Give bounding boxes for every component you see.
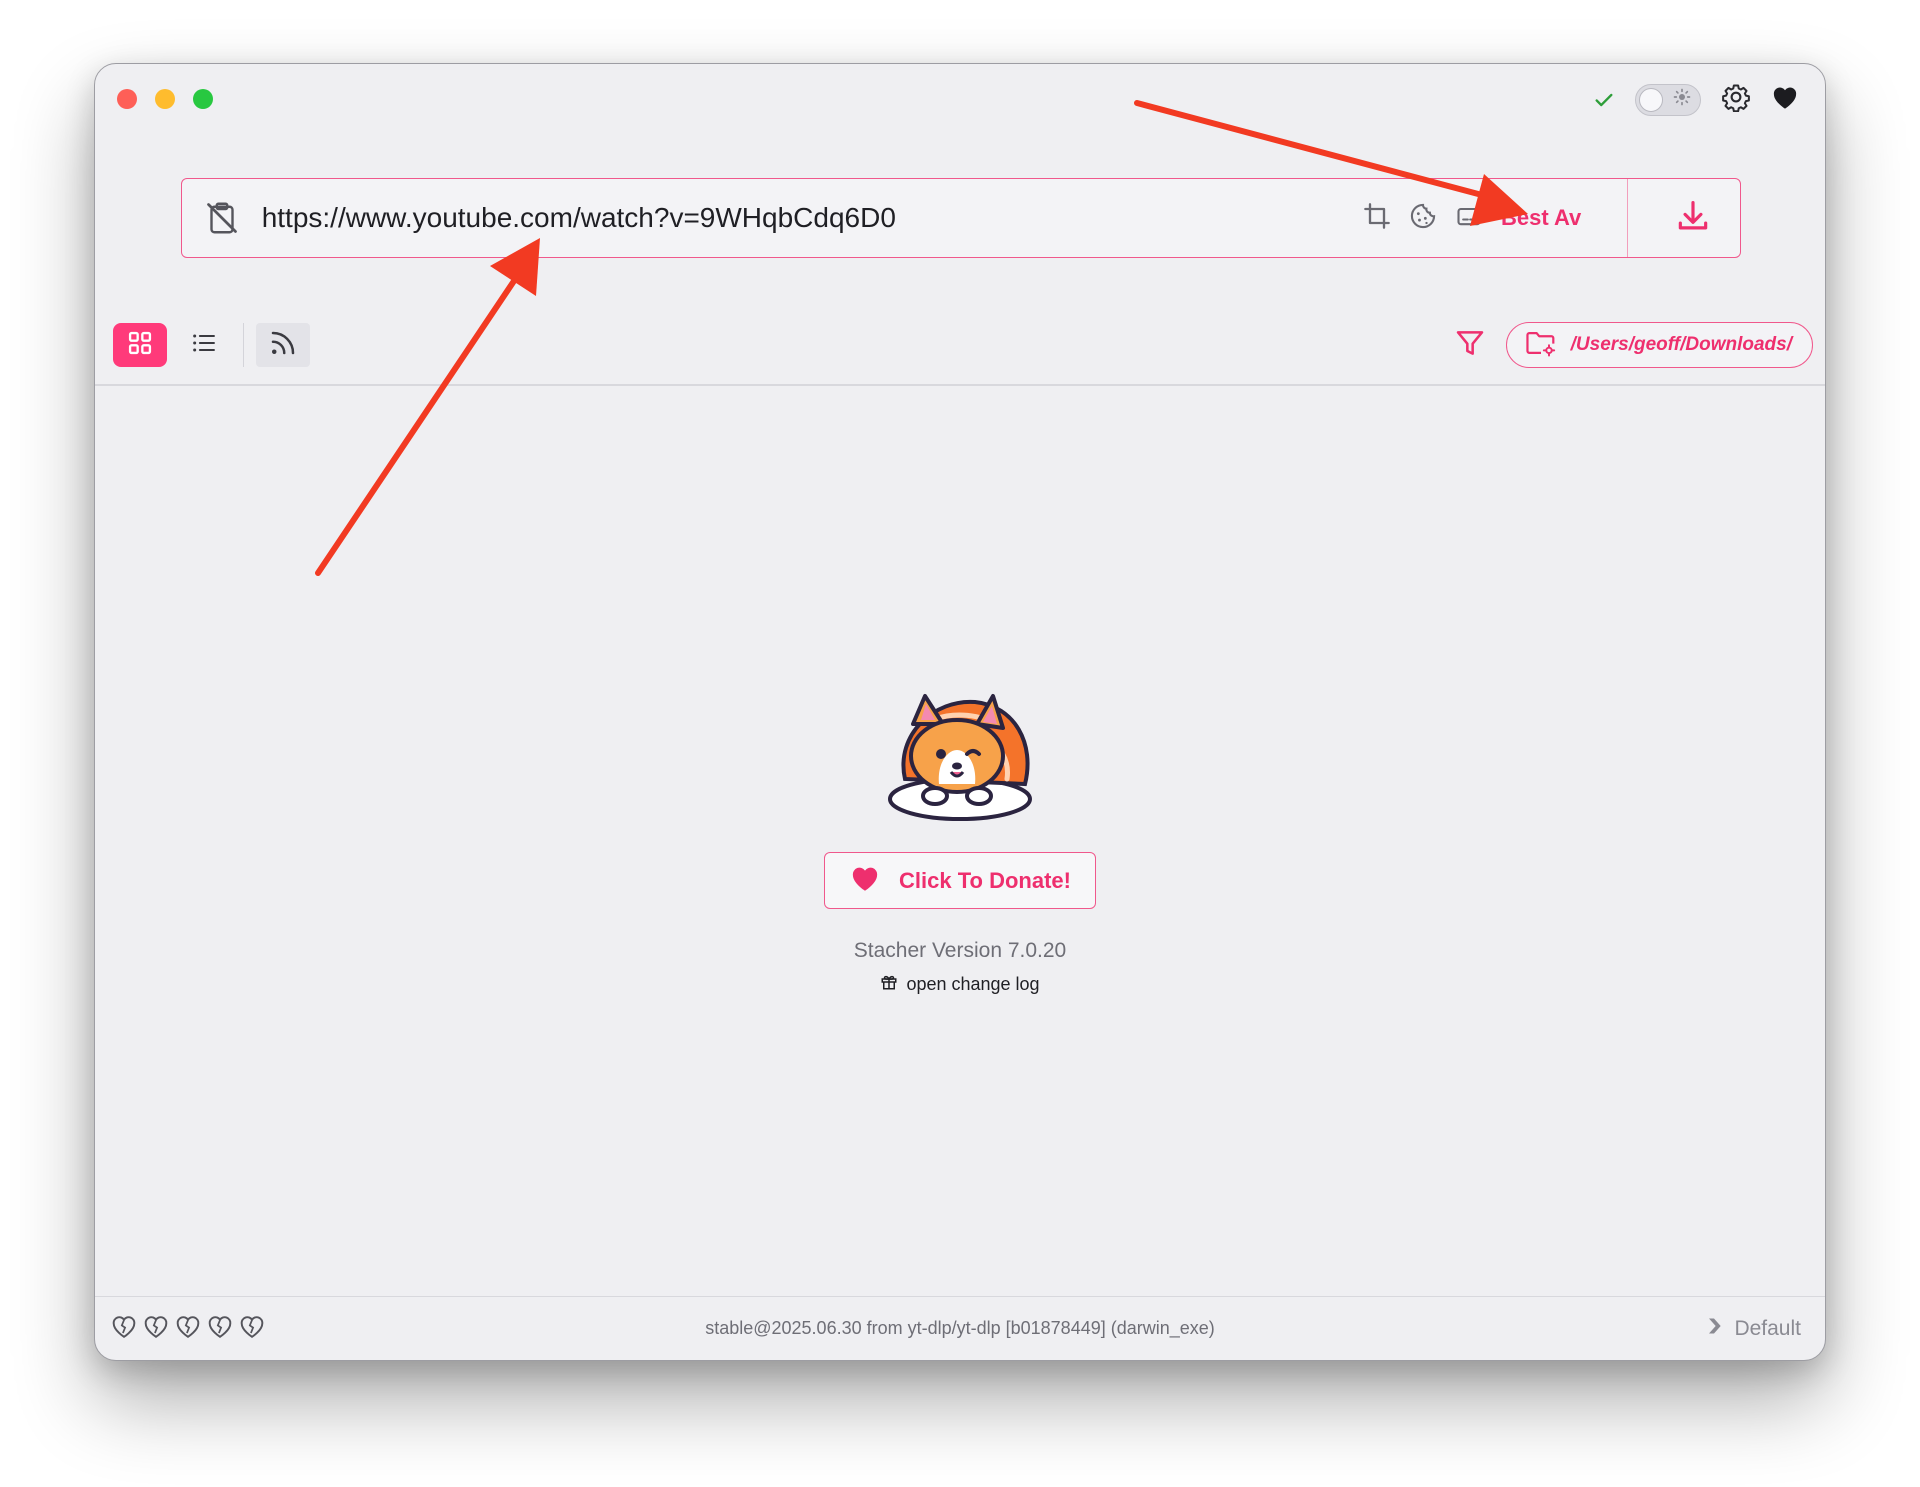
list-icon (189, 329, 219, 362)
download-icon (1674, 197, 1712, 240)
profile-selector[interactable]: Default (1704, 1316, 1801, 1342)
right-toolbar: /Users/geoff/Downloads/ (1454, 322, 1813, 368)
minimize-window-button[interactable] (155, 89, 175, 109)
app-window: Best Av (94, 63, 1826, 1361)
status-footer: stable@2025.06.30 from yt-dlp/yt-dlp [b0… (95, 1296, 1825, 1360)
sun-icon (1672, 87, 1692, 112)
yt-dlp-status: stable@2025.06.30 from yt-dlp/yt-dlp [b0… (705, 1318, 1215, 1338)
chevron-right-icon (1704, 1316, 1724, 1342)
crop-icon[interactable] (1363, 202, 1391, 235)
traffic-lights (117, 89, 213, 109)
check-icon (1593, 89, 1615, 111)
grid-view-button[interactable] (113, 323, 167, 367)
rss-feed-button[interactable] (256, 323, 310, 367)
donate-button[interactable]: Click To Donate! (824, 852, 1096, 909)
list-view-button[interactable] (177, 323, 231, 367)
broken-heart-icon (175, 1314, 201, 1343)
subtitle-icon[interactable] (1455, 202, 1483, 235)
header-controls (1593, 82, 1799, 117)
close-window-button[interactable] (117, 89, 137, 109)
format-selector[interactable]: Best Av (1501, 205, 1585, 231)
filter-icon[interactable] (1454, 327, 1486, 364)
screenshot-stage: Best Av (0, 0, 1920, 1487)
heart-icon[interactable] (1771, 84, 1799, 115)
grid-icon (126, 329, 154, 362)
clipboard-off-icon[interactable] (204, 199, 244, 237)
heart-icon (849, 864, 881, 897)
download-divider (1627, 179, 1628, 257)
zoom-window-button[interactable] (193, 89, 213, 109)
url-tools: Best Av (1363, 179, 1740, 257)
view-toolbar (113, 323, 310, 367)
corgi-sushi-mascot (875, 684, 1045, 824)
toggle-knob (1639, 87, 1663, 112)
rss-icon (268, 328, 298, 363)
broken-heart-icon (207, 1314, 233, 1343)
broken-heart-icon (239, 1314, 265, 1343)
folder-settings-icon (1525, 328, 1557, 363)
changelog-label: open change log (906, 974, 1040, 994)
url-bar: Best Av (181, 178, 1741, 258)
changelog-link[interactable]: open change log (880, 973, 1040, 996)
health-hearts (111, 1314, 265, 1343)
gear-icon[interactable] (1721, 82, 1751, 117)
download-button[interactable] (1646, 179, 1740, 257)
donate-label: Click To Donate! (899, 867, 1071, 893)
download-path: /Users/geoff/Downloads/ (1570, 334, 1792, 355)
toolbar-divider (243, 323, 244, 367)
broken-heart-icon (111, 1314, 137, 1343)
version-text: Stacher Version 7.0.20 (853, 939, 1067, 962)
download-folder-button[interactable]: /Users/geoff/Downloads/ (1505, 322, 1813, 368)
gift-icon (880, 973, 898, 996)
cookie-icon[interactable] (1409, 202, 1437, 235)
broken-heart-icon (143, 1314, 169, 1343)
profile-label: Default (1734, 1316, 1801, 1340)
url-input[interactable] (261, 202, 1363, 234)
toolbar-divider-line (95, 384, 1825, 386)
empty-state: Click To Donate! Stacher Version 7.0.20 … (95, 684, 1825, 996)
theme-toggle[interactable] (1635, 83, 1701, 116)
